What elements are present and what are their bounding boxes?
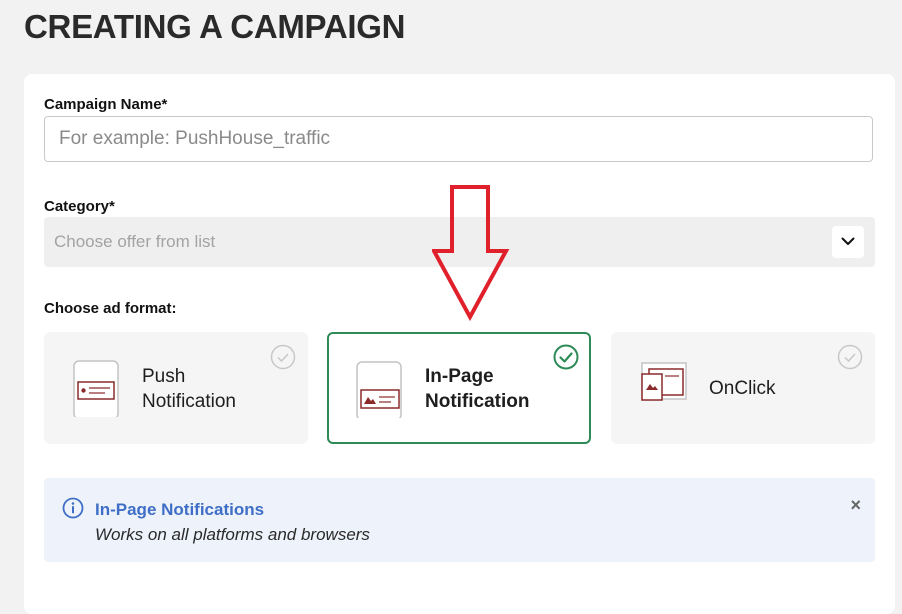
format-name-push-line2: Notification — [142, 391, 236, 412]
category-label: Category* — [44, 198, 115, 215]
close-icon[interactable]: × — [850, 495, 861, 516]
category-dropdown-button[interactable] — [832, 226, 864, 258]
info-icon — [62, 497, 84, 519]
info-text: Works on all platforms and browsers — [95, 525, 370, 544]
format-card-onclick[interactable]: OnClick — [611, 332, 875, 444]
browser-windows-icon — [641, 362, 687, 401]
info-banner: In-Page Notifications Works on all platf… — [44, 478, 875, 562]
format-name-push-line1: Push — [142, 366, 186, 387]
campaign-name-label: Campaign Name* — [44, 96, 168, 113]
campaign-name-input[interactable] — [44, 116, 873, 162]
checked-circle-icon — [553, 344, 579, 370]
format-name-onclick: OnClick — [709, 378, 776, 399]
category-placeholder: Choose offer from list — [54, 232, 216, 251]
format-card-push[interactable]: Push Notification — [44, 332, 308, 444]
info-title: In-Page Notifications — [95, 500, 265, 519]
ad-format-label: Choose ad format: — [44, 300, 177, 317]
phone-push-icon — [73, 360, 119, 417]
campaign-form-card: Campaign Name* Category* Choose offer fr… — [24, 74, 895, 614]
format-name-inpage-line1: In-Page — [425, 366, 494, 387]
unchecked-circle-icon — [270, 344, 296, 370]
annotation-arrow-icon — [432, 185, 510, 322]
chevron-down-icon — [841, 237, 855, 245]
unchecked-circle-icon — [837, 344, 863, 370]
page-title: CREATING A CAMPAIGN — [24, 8, 406, 45]
format-name-inpage-line2: Notification — [425, 391, 530, 412]
format-card-inpage[interactable]: In-Page Notification — [327, 332, 591, 444]
phone-inpage-icon — [356, 361, 402, 418]
